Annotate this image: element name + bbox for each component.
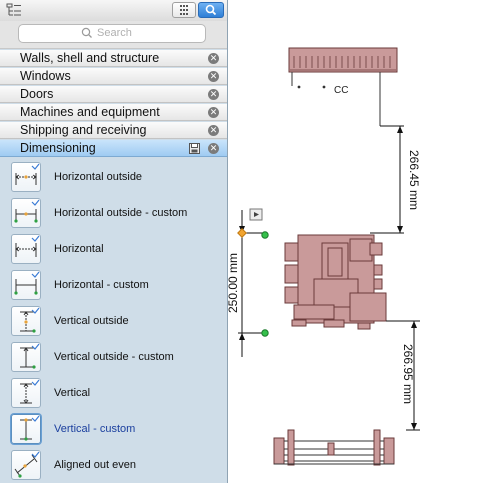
- library-item[interactable]: Horizontal: [0, 232, 227, 268]
- category-shipping[interactable]: Shipping and receiving ✕: [0, 122, 227, 139]
- vertical-dimension-icon[interactable]: [11, 378, 41, 408]
- close-icon[interactable]: ✕: [208, 89, 219, 100]
- control-point-green[interactable]: [261, 231, 269, 239]
- item-label: Vertical - custom: [54, 423, 136, 435]
- grid-icon: [180, 5, 188, 15]
- library-item[interactable]: Aligned out even: [0, 448, 227, 483]
- horizontal-dimension-icon[interactable]: [11, 234, 41, 264]
- close-icon[interactable]: ✕: [208, 107, 219, 118]
- library-item[interactable]: Vertical outside: [0, 304, 227, 340]
- category-label: Walls, shell and structure: [20, 51, 160, 65]
- search-icon: [205, 4, 217, 16]
- dimension-top-label: 266.45 mm: [407, 150, 421, 210]
- library-item-selected[interactable]: Vertical - custom: [0, 412, 227, 448]
- item-label: Vertical outside - custom: [54, 351, 174, 363]
- item-label: Horizontal outside: [54, 171, 143, 183]
- aligned-out-even-icon[interactable]: [11, 450, 41, 480]
- magnifier-icon: [81, 27, 92, 38]
- vertical-custom-icon[interactable]: [11, 414, 41, 444]
- vertical-outside-icon[interactable]: [11, 306, 41, 336]
- library-item[interactable]: Vertical: [0, 376, 227, 412]
- category-label: Doors: [20, 87, 54, 101]
- library-panel: Search Walls, shell and structure ✕ Wind…: [0, 0, 228, 483]
- equipment-rack-top[interactable]: CC: [288, 47, 398, 126]
- library-item[interactable]: Horizontal outside - custom: [0, 196, 227, 232]
- category-machines[interactable]: Machines and equipment ✕: [0, 104, 227, 121]
- library-item[interactable]: Horizontal - custom: [0, 268, 227, 304]
- dimension-top[interactable]: 266.45 mm: [370, 125, 421, 234]
- close-icon[interactable]: ✕: [208, 53, 219, 64]
- dimension-bottom[interactable]: 266.95 mm: [386, 320, 420, 431]
- close-icon[interactable]: ✕: [208, 125, 219, 136]
- search-placeholder: Search: [97, 27, 132, 39]
- save-icon[interactable]: [189, 143, 200, 154]
- close-icon[interactable]: ✕: [208, 143, 219, 154]
- horizontal-outside-icon[interactable]: [11, 162, 41, 192]
- equipment-machine[interactable]: [284, 234, 387, 330]
- item-label: Vertical outside: [54, 315, 129, 327]
- equipment-conveyor[interactable]: [273, 429, 395, 466]
- dimension-left-label: 250.00 mm: [228, 253, 240, 313]
- tree-view-icon: [6, 3, 21, 16]
- control-point-green[interactable]: [261, 329, 269, 337]
- control-handle-orange[interactable]: [237, 228, 247, 238]
- search-button[interactable]: [198, 2, 224, 18]
- library-toolbar: [0, 0, 227, 22]
- category-label: Machines and equipment: [20, 105, 160, 119]
- category-label: Dimensioning: [20, 141, 96, 155]
- vertical-outside-custom-icon[interactable]: [11, 342, 41, 372]
- search-input[interactable]: Search: [18, 24, 206, 43]
- library-item[interactable]: Vertical outside - custom: [0, 340, 227, 376]
- item-label: Horizontal outside - custom: [54, 207, 188, 219]
- item-label: Aligned out even: [54, 459, 136, 471]
- grid-view-button[interactable]: [172, 2, 196, 18]
- category-label: Windows: [20, 69, 71, 83]
- library-item[interactable]: Horizontal outside: [0, 160, 227, 196]
- search-row: Search: [0, 21, 227, 49]
- item-label: Horizontal: [54, 243, 104, 255]
- horizontal-outside-custom-icon[interactable]: [11, 198, 41, 228]
- tree-view-button[interactable]: [3, 2, 25, 18]
- category-windows[interactable]: Windows ✕: [0, 68, 227, 85]
- item-label: Vertical: [54, 387, 91, 399]
- category-walls[interactable]: Walls, shell and structure ✕: [0, 50, 227, 67]
- dimension-bottom-label: 266.95 mm: [401, 344, 415, 404]
- category-label: Shipping and receiving: [20, 123, 147, 137]
- category-doors[interactable]: Doors ✕: [0, 86, 227, 103]
- close-icon[interactable]: ✕: [208, 71, 219, 82]
- item-label: Horizontal - custom: [54, 279, 149, 291]
- category-dimensioning[interactable]: Dimensioning ✕: [0, 140, 227, 157]
- dimension-left[interactable]: 250.00 mm: [226, 208, 269, 357]
- horizontal-custom-icon[interactable]: [11, 270, 41, 300]
- drawing-canvas[interactable]: CC 266.45 mm 250.00 mm 266.95 mm: [226, 0, 478, 483]
- equipment-label: CC: [334, 85, 348, 96]
